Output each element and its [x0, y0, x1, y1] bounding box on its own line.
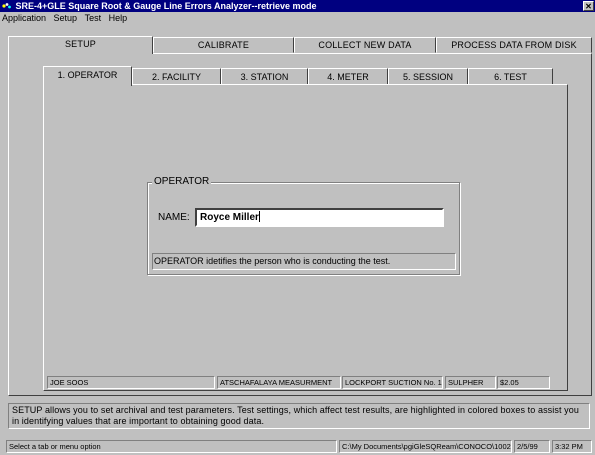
- text-caret: [258, 211, 260, 222]
- operator-hint: OPERATOR idetifies the person who is con…: [152, 253, 456, 270]
- window-title: SRE-4+GLE Square Root & Gauge Line Error…: [15, 1, 317, 11]
- status-date: 2/5/99: [514, 440, 550, 453]
- tab-calibrate[interactable]: CALIBRATE: [153, 37, 294, 53]
- tab-operator[interactable]: 1. OPERATOR: [43, 66, 132, 86]
- tab-facility[interactable]: 2. FACILITY: [132, 68, 221, 85]
- summary-facility: ATSCHAFALAYA MEASURMENT: [217, 376, 341, 389]
- tab-setup[interactable]: SETUP: [8, 36, 153, 54]
- status-time: 3:32 PM: [552, 440, 592, 453]
- tab-collect-new-data[interactable]: COLLECT NEW DATA: [294, 37, 436, 53]
- summary-operator: JOE SOOS: [47, 376, 215, 389]
- tab-station[interactable]: 3. STATION: [221, 68, 308, 85]
- menu-test[interactable]: Test: [83, 13, 105, 23]
- summary-station: LOCKPORT SUCTION No. 1: [342, 376, 443, 389]
- operator-group-title: OPERATOR: [152, 176, 212, 188]
- summary-meter: SULPHER: [445, 376, 496, 389]
- close-icon: ✕: [585, 2, 592, 11]
- status-path: C:\My Documents\pgiGleSQReam\CONOCO\1002…: [339, 440, 512, 453]
- tab-meter[interactable]: 4. METER: [308, 68, 388, 85]
- menu-help[interactable]: Help: [107, 13, 131, 23]
- app-icon: [2, 3, 11, 9]
- tab-session[interactable]: 5. SESSION: [388, 68, 468, 85]
- tab-test[interactable]: 6. TEST: [468, 68, 553, 85]
- info-text: SETUP allows you to set archival and tes…: [8, 403, 590, 429]
- title-bar: SRE-4+GLE Square Root & Gauge Line Error…: [0, 0, 595, 12]
- name-value: Royce Miller: [200, 212, 259, 223]
- status-message: Select a tab or menu option: [6, 440, 337, 453]
- name-label: NAME:: [158, 212, 190, 223]
- menu-application[interactable]: Application: [0, 13, 49, 23]
- tab-process-data-from-disk[interactable]: PROCESS DATA FROM DISK: [436, 37, 592, 53]
- menu-setup[interactable]: Setup: [52, 13, 81, 23]
- summary-session: $2.05: [497, 376, 550, 389]
- name-input[interactable]: Royce Miller: [195, 208, 444, 227]
- menu-bar: Application Setup Test Help: [0, 12, 595, 24]
- close-button[interactable]: ✕: [583, 1, 594, 11]
